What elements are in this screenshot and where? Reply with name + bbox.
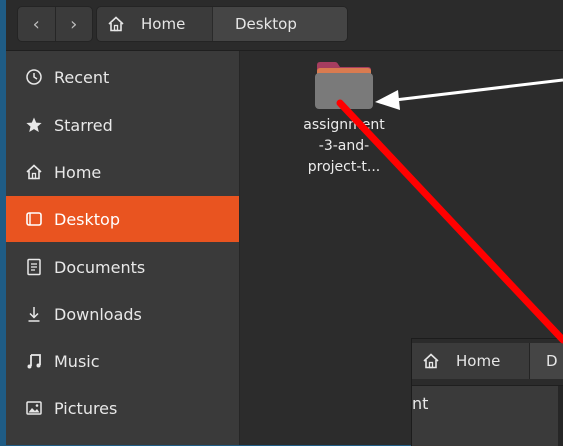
sidebar-item-pictures[interactable]: Pictures [6, 385, 239, 431]
folder-icon [313, 59, 375, 111]
sidebar-item-label: Pictures [54, 399, 117, 418]
sidebar: Recent Starred Home [6, 51, 240, 445]
second-divider [558, 386, 563, 446]
sidebar-item-desktop[interactable]: Desktop [6, 196, 239, 242]
download-icon [24, 304, 44, 324]
back-button[interactable]: ‹ [18, 7, 55, 41]
sidebar-item-music[interactable]: Music [6, 338, 239, 384]
sidebar-item-documents[interactable]: Documents [6, 244, 239, 290]
file-name: assignment -3-and- project-t... [292, 115, 396, 178]
file-name-line: assignment [292, 115, 396, 136]
chevron-right-icon: › [70, 14, 77, 35]
breadcrumb-home[interactable]: Home [97, 7, 213, 41]
chevron-left-icon: ‹ [33, 14, 40, 35]
second-header-bar: Home D [412, 339, 563, 386]
second-breadcrumb-desktop[interactable]: D [530, 343, 563, 379]
sidebar-item-starred[interactable]: Starred [6, 102, 239, 148]
home-icon [107, 15, 125, 33]
sidebar-item-label: Desktop [54, 210, 120, 229]
second-breadcrumb-home-label: Home [456, 352, 500, 370]
sidebar-item-label: Home [54, 163, 101, 182]
header-bar: ‹ › Home Desktop [6, 0, 563, 51]
desktop-icon [24, 209, 44, 229]
sidebar-item-home[interactable]: Home [6, 149, 239, 195]
sidebar-item-label: Music [54, 352, 100, 371]
sidebar-item-recent[interactable]: Recent [6, 54, 239, 100]
forward-button[interactable]: › [55, 7, 93, 41]
star-icon [24, 115, 44, 135]
music-icon [24, 351, 44, 371]
second-breadcrumb-desktop-label: D [546, 352, 558, 370]
clock-icon [24, 67, 44, 87]
file-name-line: project-t... [292, 157, 396, 178]
breadcrumb-desktop-label: Desktop [235, 15, 297, 33]
second-file-manager-window: Home D nt [411, 338, 563, 446]
second-breadcrumb: Home D [412, 343, 563, 379]
file-item[interactable]: assignment -3-and- project-t... [292, 59, 396, 178]
breadcrumb-desktop[interactable]: Desktop [213, 7, 347, 41]
file-name-line: -3-and- [292, 136, 396, 157]
sidebar-item-label: Starred [54, 116, 113, 135]
breadcrumb: Home Desktop [96, 6, 348, 42]
picture-icon [24, 398, 44, 418]
breadcrumb-home-label: Home [141, 15, 185, 33]
sidebar-item-downloads[interactable]: Downloads [6, 291, 239, 337]
second-breadcrumb-home[interactable]: Home [412, 343, 530, 379]
sidebar-item-label: Recent [54, 68, 109, 87]
home-icon [24, 162, 44, 182]
home-icon [422, 352, 440, 370]
navigation-buttons: ‹ › [17, 6, 93, 42]
sidebar-item-label: Documents [54, 258, 145, 277]
second-sidebar-item-recent[interactable]: nt [412, 394, 428, 413]
document-icon [24, 257, 44, 277]
sidebar-item-label: Downloads [54, 305, 142, 324]
second-sidebar: nt [412, 386, 558, 446]
